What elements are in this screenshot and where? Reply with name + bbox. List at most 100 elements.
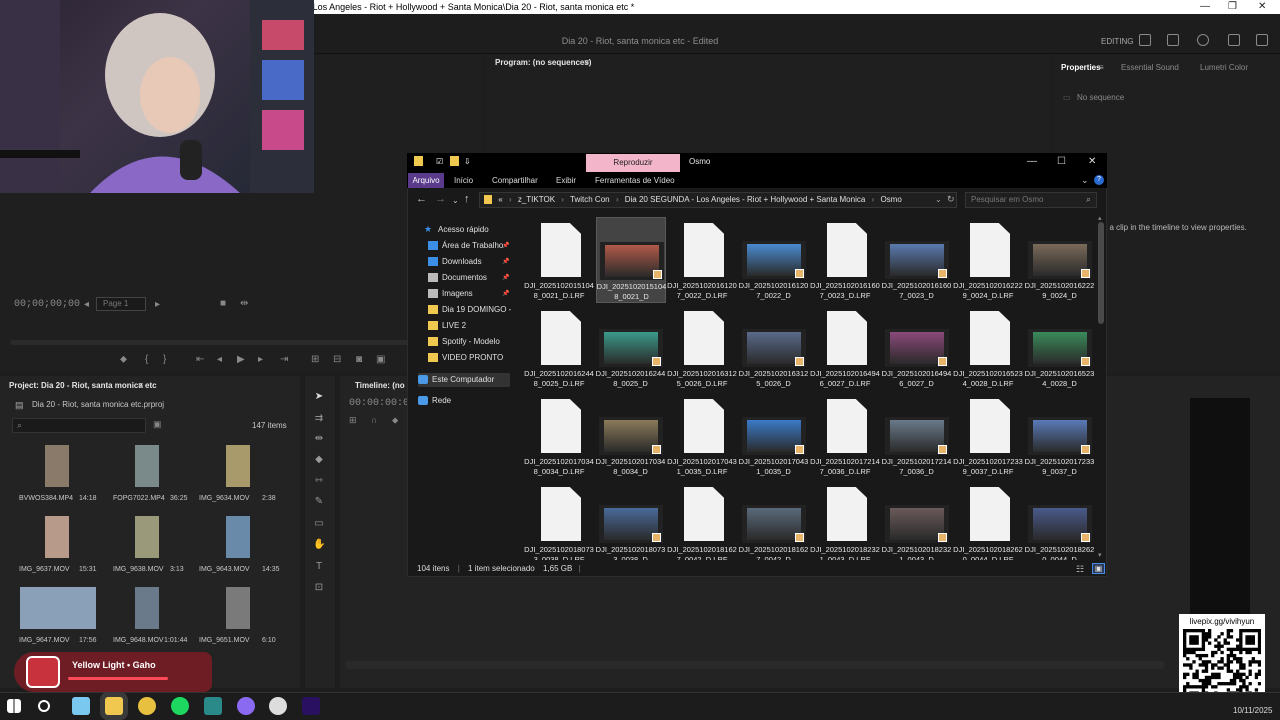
ribbon-reproduzir-tab[interactable]: Reproduzir xyxy=(586,154,680,172)
project-item-name[interactable]: BVWOS384.MP4 xyxy=(19,495,73,502)
pen-tool-icon[interactable]: ✎ xyxy=(313,497,325,507)
project-item-name[interactable]: IMG_9638.MOV xyxy=(113,566,164,573)
back-icon[interactable]: ← xyxy=(416,193,427,205)
snap-icon[interactable]: ⊞ xyxy=(349,415,357,426)
next-page-icon[interactable]: ▸ xyxy=(155,299,160,310)
file-item[interactable]: DJI_20251020181627_0042_D.LRF xyxy=(667,481,737,560)
expand-icon[interactable] xyxy=(1256,34,1268,46)
file-item[interactable]: DJI_20251020180733_0038_D xyxy=(596,481,666,560)
breadcrumb-twitch-con[interactable]: Twitch Con xyxy=(570,195,610,204)
nav-item-acesso-r-pido[interactable]: ★ Acesso rápido xyxy=(424,223,489,237)
marker-icon[interactable]: ⇹ xyxy=(240,298,248,309)
project-item-thumbnail[interactable] xyxy=(45,445,69,487)
up-icon[interactable]: ↑ xyxy=(464,193,470,205)
copilot-icon[interactable] xyxy=(72,697,90,715)
file-item[interactable]: DJI_20251020180733_0038_D.LRF xyxy=(524,481,594,560)
mark-out-icon[interactable]: } xyxy=(163,354,166,365)
project-search-input[interactable] xyxy=(12,418,146,433)
ribbon-tab-compartilhar[interactable]: Compartilhar xyxy=(492,176,538,185)
file-explorer-icon[interactable] xyxy=(105,697,123,715)
file-item[interactable]: DJI_20251020181627_0042_D xyxy=(739,481,809,560)
ribbon-tab-arquivo[interactable]: Arquivo xyxy=(408,173,444,188)
file-item[interactable]: DJI_20251020162229_0024_D xyxy=(1025,217,1095,303)
selection-tool-icon[interactable]: ➤ xyxy=(313,392,325,402)
file-item[interactable]: DJI_20251020182620_0044_D.LRF xyxy=(953,481,1023,560)
track-select-tool-icon[interactable]: ⇉ xyxy=(313,414,325,424)
file-item[interactable]: DJI_20251020170348_0034_D.LRF xyxy=(524,393,594,479)
close-icon[interactable]: ✕ xyxy=(1258,0,1266,14)
ribbon-tab-exibir[interactable]: Exibir xyxy=(556,176,576,185)
nav-item-imagens[interactable]: Imagens xyxy=(428,287,473,301)
project-item-name[interactable]: IMG_9648.MOV xyxy=(113,637,164,644)
breadcrumb-osmo[interactable]: Osmo xyxy=(880,195,901,204)
details-view-icon[interactable]: ☷ xyxy=(1076,564,1084,575)
program-title[interactable]: Program: (no sequences) xyxy=(495,58,591,67)
help-icon[interactable]: ? xyxy=(1094,175,1104,185)
slip-tool-icon[interactable]: ⇿ xyxy=(313,476,325,486)
nav-item-dia-19-domingo[interactable]: Dia 19 DOMINGO - xyxy=(428,303,511,317)
terminal-icon[interactable] xyxy=(204,697,222,715)
explorer-close-icon[interactable]: ✕ xyxy=(1088,156,1096,167)
tab-essential-sound[interactable]: Essential Sound xyxy=(1121,63,1179,72)
file-item[interactable]: DJI_20251020151048_0021_D xyxy=(595,217,666,303)
project-item-name[interactable]: IMG_9637.MOV xyxy=(19,566,70,573)
timeline-timecode[interactable]: 00:00:00:00 xyxy=(349,398,415,409)
file-item[interactable]: DJI_20251020182321_0043_D xyxy=(882,481,952,560)
new-bin-icon[interactable]: ▣ xyxy=(153,419,162,430)
go-to-in-icon[interactable]: ⇤ xyxy=(196,354,204,365)
fullscreen-icon[interactable] xyxy=(1228,34,1240,46)
file-item[interactable]: DJI_20251020161607_0023_D.LRF xyxy=(810,217,880,303)
file-item[interactable]: DJI_20251020164946_0027_D.LRF xyxy=(810,305,880,391)
square-icon[interactable]: ■ xyxy=(220,298,226,309)
caption-tool-icon[interactable]: ⊡ xyxy=(313,583,325,593)
project-item-thumbnail[interactable] xyxy=(135,587,159,629)
source-timecode[interactable]: 00;00;00;00 xyxy=(14,299,80,310)
file-item[interactable]: DJI_20251020163125_0026_D xyxy=(739,305,809,391)
file-item[interactable]: DJI_20251020172339_0037_D xyxy=(1025,393,1095,479)
ribbon-collapse-icon[interactable]: ⌄ xyxy=(1081,175,1089,186)
go-to-out-icon[interactable]: ⇥ xyxy=(280,354,288,365)
file-item[interactable]: DJI_20251020170348_0034_D xyxy=(596,393,666,479)
obs-icon[interactable] xyxy=(269,697,287,715)
explorer-maximize-icon[interactable]: ☐ xyxy=(1057,156,1066,167)
workspace-editing-label[interactable]: EDITING xyxy=(1101,37,1133,46)
explorer-minimize-icon[interactable]: — xyxy=(1027,156,1037,167)
file-item[interactable]: DJI_20251020161607_0023_D xyxy=(882,217,952,303)
restore-icon[interactable]: ❐ xyxy=(1228,0,1237,14)
file-item[interactable]: DJI_20251020162229_0024_D.LRF xyxy=(953,217,1023,303)
insert-icon[interactable]: ⊞ xyxy=(311,354,319,365)
spotify-icon[interactable] xyxy=(171,697,189,715)
scroll-down-icon[interactable]: ▾ xyxy=(1098,551,1102,559)
nav-item-video-pronto[interactable]: VIDEO PRONTO xyxy=(428,351,503,365)
ripple-edit-tool-icon[interactable]: ⇹ xyxy=(313,434,325,444)
explorer-scrollbar[interactable] xyxy=(1098,222,1104,324)
scroll-up-icon[interactable]: ▴ xyxy=(1098,214,1102,222)
properties-menu-icon[interactable]: ≡ xyxy=(1099,63,1104,72)
minimize-icon[interactable]: — xyxy=(1200,0,1210,14)
file-item[interactable]: DJI_20251020170431_0035_D.LRF xyxy=(667,393,737,479)
file-item[interactable]: DJI_20251020162448_0025_D xyxy=(596,305,666,391)
address-bar[interactable]: « › z_TIKTOK › Twitch Con › Dia 20 SEGUN… xyxy=(479,192,957,208)
recent-dropdown-icon[interactable]: ⌄ xyxy=(452,196,459,205)
breadcrumb-overflow[interactable]: « xyxy=(498,195,502,204)
breadcrumb-dia-20[interactable]: Dia 20 SEGUNDA - Los Angeles - Riot + Ho… xyxy=(625,195,866,204)
nav-item-documentos[interactable]: Documentos xyxy=(428,271,487,285)
properties-quick-icon[interactable]: ☑ xyxy=(436,157,443,166)
file-item[interactable]: DJI_20251020161207_0022_D xyxy=(739,217,809,303)
new-folder-icon[interactable] xyxy=(450,156,459,166)
windows-start-icon[interactable] xyxy=(7,699,21,713)
sync-icon[interactable] xyxy=(1197,34,1209,46)
large-icons-view-icon[interactable]: ▣ xyxy=(1092,563,1105,574)
project-item-name[interactable]: FOPG7022.MP4 xyxy=(113,495,165,502)
play-icon[interactable]: ▶ xyxy=(237,354,245,365)
ribbon-tab-inicio[interactable]: Início xyxy=(454,176,473,185)
nav-item-este-computador[interactable]: Este Computador xyxy=(418,373,510,387)
hand-tool-icon[interactable]: ✋ xyxy=(313,540,325,550)
breadcrumb-z-tiktok[interactable]: z_TIKTOK xyxy=(518,195,555,204)
share-icon[interactable] xyxy=(1167,34,1179,46)
refresh-icon[interactable]: ↻ xyxy=(947,194,955,205)
type-tool-icon[interactable]: T xyxy=(313,562,325,572)
nav-item--rea-de-trabalho[interactable]: Área de Trabalho xyxy=(428,239,503,253)
file-item[interactable]: DJI_20251020162448_0025_D.LRF xyxy=(524,305,594,391)
file-item[interactable]: DJI_20251020151048_0021_D.LRF xyxy=(524,217,594,303)
